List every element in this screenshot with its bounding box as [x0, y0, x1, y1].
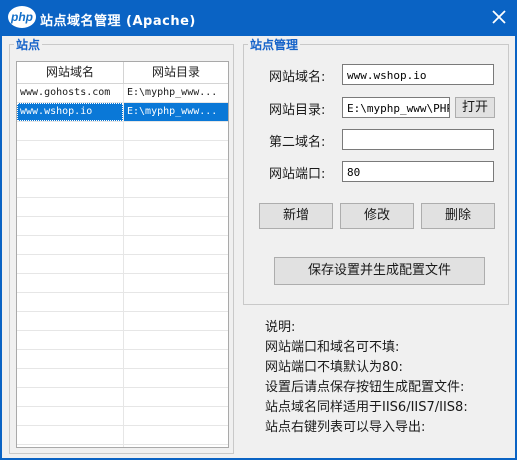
column-divider — [123, 84, 124, 447]
instructions-text: 说明: 网站端口和域名可不填: 网站端口不填默认为80: 设置后请点保存按钮生成… — [265, 318, 468, 438]
save-config-button[interactable]: 保存设置并生成配置文件 — [274, 257, 485, 285]
php-logo-icon: php — [8, 6, 36, 28]
sites-group-title: 站点 — [14, 36, 43, 53]
site-domain-manager-window: php 站点域名管理 (Apache) 站点 网站域名 网站目录 www.goh… — [0, 0, 517, 460]
row-directory: E:\myphp_www... — [127, 106, 218, 117]
port-label: 网站端口: — [269, 167, 326, 182]
second-domain-input[interactable] — [342, 129, 494, 150]
directory-input[interactable]: E:\myphp_www\PHPT — [342, 97, 450, 118]
column-header-directory[interactable]: 网站目录 — [124, 62, 228, 83]
domain-input[interactable]: www.wshop.io — [342, 64, 494, 85]
note-line: 网站端口不填默认为80: — [265, 360, 403, 375]
open-directory-button[interactable]: 打开 — [455, 97, 495, 118]
row-domain: www.wshop.io — [17, 103, 123, 121]
title-bar[interactable]: php 站点域名管理 (Apache) — [0, 0, 517, 36]
edit-button[interactable]: 修改 — [340, 203, 414, 229]
add-button[interactable]: 新增 — [259, 203, 333, 229]
note-line: 网站端口和域名可不填: — [265, 340, 400, 355]
close-button[interactable] — [486, 4, 512, 30]
window-client-area: 站点 网站域名 网站目录 www.gohosts.com E:\myphp_ww… — [2, 36, 515, 458]
note-line: 说明: — [265, 320, 296, 335]
port-input[interactable]: 80 — [342, 161, 494, 182]
sites-group: 站点 网站域名 网站目录 www.gohosts.com E:\myphp_ww… — [9, 36, 234, 454]
window-title: 站点域名管理 (Apache) — [40, 14, 196, 29]
second-domain-label: 第二域名: — [269, 135, 326, 150]
site-list[interactable]: 网站域名 网站目录 www.gohosts.com E:\myphp_www..… — [16, 61, 229, 448]
site-manage-group: 站点管理 网站域名: www.wshop.io 网站目录: E:\myphp_w… — [243, 36, 509, 305]
note-line: 设置后请点保存按钮生成配置文件: — [265, 380, 465, 395]
column-header-domain[interactable]: 网站域名 — [17, 62, 124, 83]
directory-label: 网站目录: — [269, 103, 326, 118]
note-line: 站点右键列表可以导入导出: — [265, 420, 426, 435]
row-domain: www.gohosts.com — [20, 87, 111, 98]
list-header: 网站域名 网站目录 — [17, 62, 228, 84]
row-directory: E:\myphp_www... — [127, 87, 218, 98]
note-line: 站点域名同样适用于IIS6/IIS7/IIS8: — [265, 400, 468, 415]
delete-button[interactable]: 删除 — [421, 203, 495, 229]
site-manage-group-title: 站点管理 — [248, 36, 301, 53]
close-icon — [492, 10, 506, 24]
domain-label: 网站域名: — [269, 70, 326, 85]
